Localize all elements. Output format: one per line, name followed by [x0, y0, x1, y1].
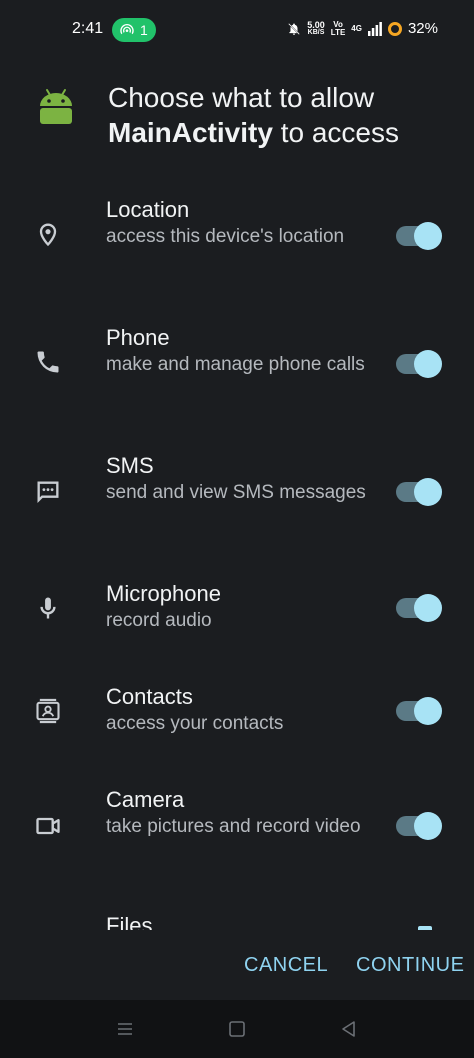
- permission-title: Phone: [106, 325, 170, 350]
- battery-icon: [387, 21, 402, 36]
- toggle-knob: [414, 222, 442, 250]
- dialog-header: Choose what to allow MainActivity to acc…: [0, 80, 474, 160]
- permission-description: access your contacts: [106, 713, 284, 734]
- network-type: 4G: [351, 23, 362, 33]
- sms-icon: [34, 478, 62, 506]
- dialog-actions: CANCEL CONTINUE: [0, 932, 474, 1000]
- app-name: MainActivity: [108, 117, 273, 148]
- toggle-knob: [414, 350, 442, 378]
- hotspot-count: 1: [140, 22, 148, 38]
- permission-description: take pictures and record video: [106, 816, 361, 837]
- status-icons: 5.00 KB/S Vo LTE 4G 32%: [287, 20, 438, 37]
- speed-unit: KB/S: [307, 28, 325, 36]
- back-triangle-icon: [342, 1021, 355, 1037]
- status-bar: 2:41 1 5.00 KB/S Vo LTE 4G 32%: [0, 0, 474, 60]
- permission-title: SMS: [106, 453, 154, 478]
- hotspot-icon: [120, 23, 134, 35]
- title-prefix: Choose what to allow: [108, 82, 375, 113]
- signal-icon: [367, 21, 382, 36]
- permission-description: access this device's location: [106, 226, 345, 247]
- contacts-icon: [34, 697, 62, 725]
- permission-description: make and manage phone calls: [106, 354, 365, 375]
- files-toggle-partial[interactable]: [418, 926, 432, 930]
- phone-toggle[interactable]: [396, 350, 442, 378]
- toggle-knob: [414, 812, 442, 840]
- permission-title: Contacts: [106, 684, 193, 709]
- dialog-title: Choose what to allow MainActivity to acc…: [108, 80, 448, 150]
- permission-title: Location: [106, 197, 190, 222]
- microphone-icon: [34, 594, 62, 622]
- volte-bottom: LTE: [330, 27, 346, 37]
- navigation-bar: [0, 1000, 474, 1058]
- location-pin-icon: [34, 220, 62, 248]
- hotspot-indicator: 1: [112, 18, 156, 42]
- network-speed: 5.00 KB/S: [307, 19, 325, 37]
- location-toggle[interactable]: [396, 222, 442, 250]
- contacts-toggle[interactable]: [396, 697, 442, 725]
- status-time: 2:41: [72, 20, 104, 37]
- title-suffix: to access: [280, 117, 399, 148]
- android-app-icon: [40, 89, 72, 124]
- toggle-knob: [414, 478, 442, 506]
- camera-toggle[interactable]: [396, 812, 442, 840]
- microphone-toggle[interactable]: [396, 594, 442, 622]
- camera-icon: [34, 812, 62, 840]
- permission-title: Microphone: [106, 581, 221, 606]
- permission-description: send and view SMS messages: [106, 482, 366, 503]
- toggle-knob: [414, 697, 442, 725]
- menu-lines-icon: [118, 1023, 132, 1035]
- permission-title: Camera: [106, 787, 185, 812]
- toggle-knob: [414, 594, 442, 622]
- phone-icon: [34, 348, 62, 376]
- volte-indicator: Vo LTE: [330, 20, 346, 37]
- back-button[interactable]: [338, 1018, 360, 1040]
- recent-apps-button[interactable]: [114, 1018, 136, 1040]
- battery-level: 32%: [407, 20, 438, 37]
- sms-toggle[interactable]: [396, 478, 442, 506]
- mute-bell-icon: [288, 22, 301, 35]
- square-icon: [229, 1021, 245, 1037]
- speed-value: 5.00: [307, 19, 325, 30]
- home-button[interactable]: [226, 1018, 248, 1040]
- continue-button[interactable]: CONTINUE: [356, 954, 464, 977]
- permission-description: record audio: [106, 610, 212, 631]
- permission-item-files-partial[interactable]: Files: [106, 912, 152, 930]
- cancel-button[interactable]: CANCEL: [244, 954, 328, 977]
